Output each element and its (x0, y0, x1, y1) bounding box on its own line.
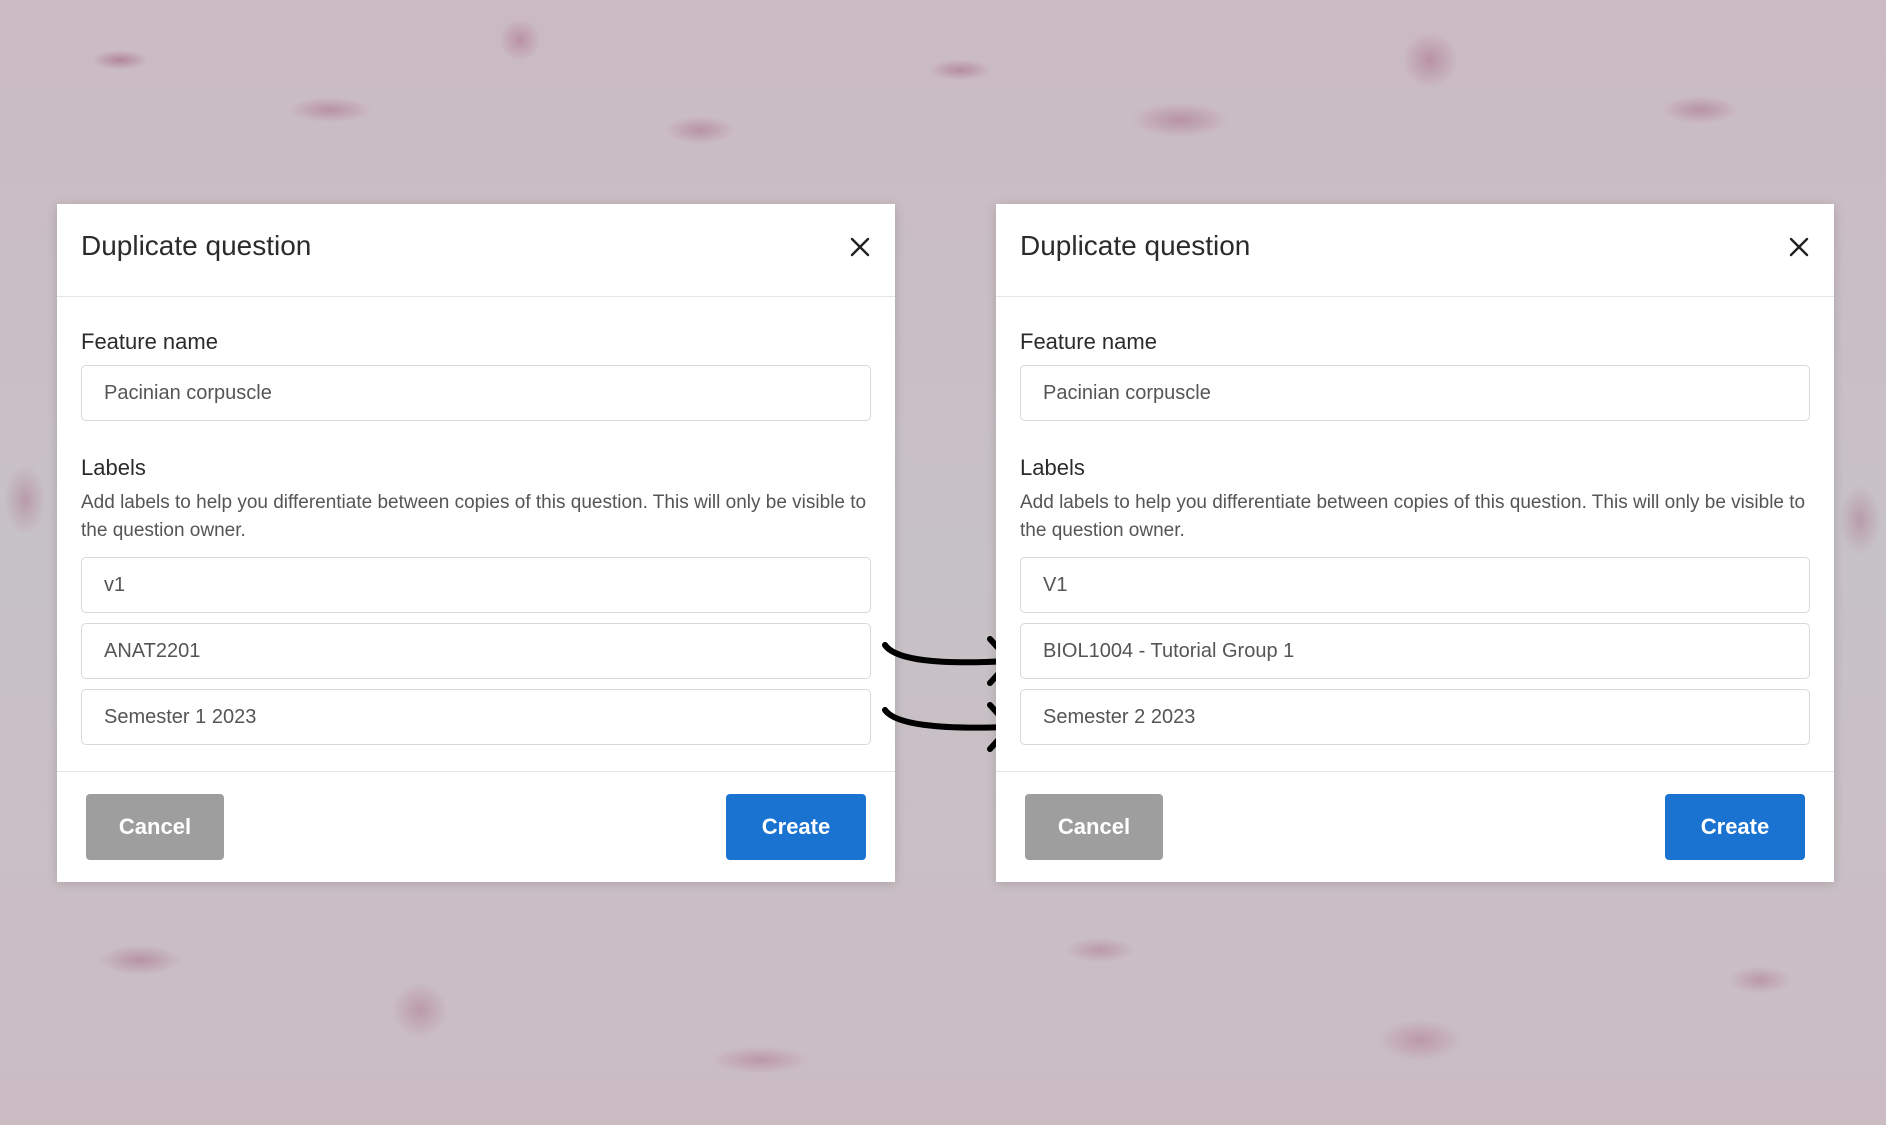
dialog-title: Duplicate question (1020, 230, 1251, 261)
arrow-to-semester-label (882, 702, 1013, 752)
label-input-1[interactable] (1020, 557, 1810, 613)
labels-help-text: Add labels to help you differentiate bet… (1020, 492, 1806, 541)
dialog-header: Duplicate question (996, 204, 1834, 297)
dialog-footer: Cancel Create (57, 771, 895, 882)
label-input-3[interactable] (81, 689, 871, 745)
duplicate-question-dialog-modified: Duplicate question Feature name Labels A… (996, 204, 1834, 882)
cancel-button[interactable]: Cancel (1025, 794, 1163, 860)
labels-heading: Labels (81, 455, 146, 480)
label-input-1[interactable] (81, 557, 871, 613)
label-input-2[interactable] (81, 623, 871, 679)
dialog-footer: Cancel Create (996, 771, 1834, 882)
feature-name-label: Feature name (81, 329, 218, 354)
feature-name-label: Feature name (1020, 329, 1157, 354)
label-input-3[interactable] (1020, 689, 1810, 745)
close-icon (1789, 237, 1809, 257)
dialog-body: Feature name Labels Add labels to help y… (57, 329, 895, 745)
dialog-title: Duplicate question (81, 230, 312, 261)
close-button[interactable] (847, 234, 873, 260)
create-button[interactable]: Create (1665, 794, 1805, 860)
labels-help-text: Add labels to help you differentiate bet… (81, 492, 867, 541)
dialog-header: Duplicate question (57, 204, 895, 297)
create-button[interactable]: Create (726, 794, 866, 860)
feature-name-input[interactable] (81, 365, 871, 421)
cancel-button[interactable]: Cancel (86, 794, 224, 860)
close-icon (850, 237, 870, 257)
feature-name-input[interactable] (1020, 365, 1810, 421)
labels-heading: Labels (1020, 455, 1085, 480)
close-button[interactable] (1786, 234, 1812, 260)
arrow-to-course-label (882, 636, 1013, 686)
dialog-body: Feature name Labels Add labels to help y… (996, 329, 1834, 745)
label-input-2[interactable] (1020, 623, 1810, 679)
duplicate-question-dialog-original: Duplicate question Feature name Labels A… (57, 204, 895, 882)
